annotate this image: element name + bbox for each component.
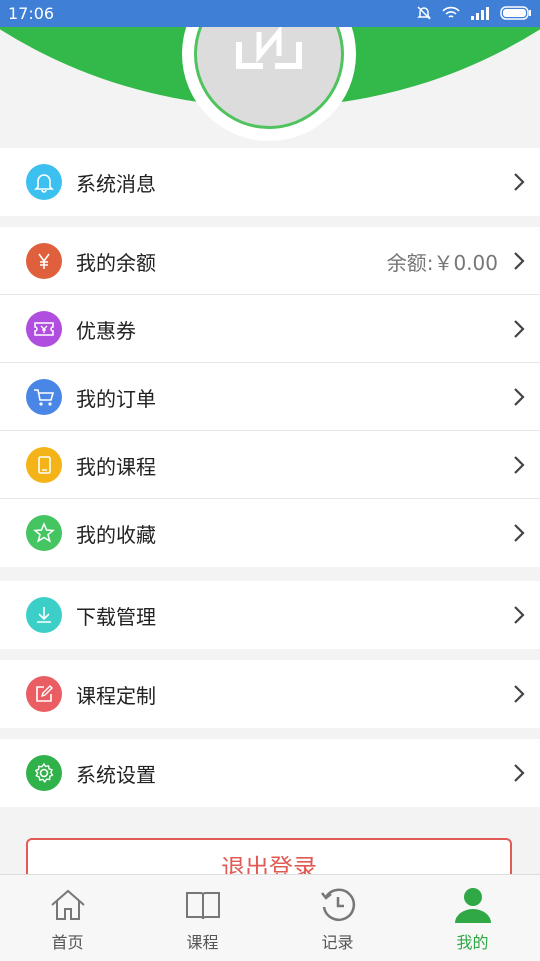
menu-group: 系统设置 (0, 739, 540, 807)
tab-history[interactable]: 记录 (270, 875, 405, 961)
avatar[interactable] (182, 27, 356, 141)
status-time: 17:06 (8, 4, 55, 23)
menu-item-label: 我的课程 (76, 455, 156, 479)
status-icons (416, 5, 532, 21)
profile-header (0, 27, 540, 145)
book-icon (185, 892, 220, 920)
coupon-icon (26, 311, 62, 347)
star-icon (26, 515, 62, 551)
gear-icon (26, 755, 62, 791)
tab-mine-label: 我的 (456, 933, 489, 952)
logout-area: 退出登录 (0, 806, 540, 898)
tablet-icon (26, 447, 62, 483)
chevron-right-icon (512, 318, 526, 340)
tab-course-label: 课程 (186, 933, 219, 952)
battery-icon (500, 6, 531, 20)
balance-value: 余额:￥0.00 (386, 251, 498, 275)
menu-item-label: 系统设置 (76, 763, 156, 787)
menu-item[interactable]: 课程定制 (0, 660, 540, 728)
profile-icon (454, 888, 491, 923)
tab-home[interactable]: 首页 (0, 875, 135, 961)
bell-icon (26, 164, 62, 200)
menu-item-label: 课程定制 (76, 684, 156, 708)
menu-group: 下载管理 (0, 581, 540, 649)
chevron-right-icon (512, 604, 526, 626)
chevron-right-icon (512, 386, 526, 408)
menu-item[interactable]: 下载管理 (0, 581, 540, 649)
chevron-right-icon (512, 522, 526, 544)
status-bar: 17:06 (0, 0, 540, 27)
menu-item-label: 优惠券 (76, 319, 136, 343)
home-icon (50, 889, 85, 920)
menu-group: 我的余额 余额:￥0.00 优惠券我的订单我的课程我的收藏 (0, 227, 540, 567)
download-icon (26, 597, 62, 633)
menu-item[interactable]: 我的余额 余额:￥0.00 (0, 227, 540, 295)
menu-item[interactable]: 我的订单 (0, 363, 540, 431)
menu-group: 系统消息 (0, 148, 540, 216)
menu-item-label: 系统消息 (76, 172, 156, 196)
yuan-icon (26, 243, 62, 279)
history-icon (320, 888, 355, 921)
menu-item-label: 我的订单 (76, 387, 156, 411)
tab-history-label: 记录 (321, 933, 354, 952)
menu-item-label: 我的收藏 (76, 523, 156, 547)
chevron-right-icon (512, 454, 526, 476)
menu-item-label: 下载管理 (76, 605, 156, 629)
tab-home-label: 首页 (51, 933, 84, 952)
chevron-right-icon (512, 250, 526, 272)
cart-icon (26, 379, 62, 415)
mute-icon (417, 6, 431, 20)
chevron-right-icon (512, 171, 526, 193)
wifi-icon (442, 6, 460, 18)
chevron-right-icon (512, 762, 526, 784)
menu-group: 课程定制 (0, 660, 540, 728)
menu-item[interactable]: 优惠券 (0, 295, 540, 363)
edit-icon (26, 676, 62, 712)
menu-item[interactable]: 我的课程 (0, 431, 540, 499)
tab-mine[interactable]: 我的 (405, 875, 540, 961)
menu-item[interactable]: 我的收藏 (0, 499, 540, 567)
bottom-tab-bar: 首页 课程 记录 我的 (0, 874, 540, 961)
signal-icon (471, 7, 489, 20)
chevron-right-icon (512, 683, 526, 705)
tab-course[interactable]: 课程 (135, 875, 270, 961)
menu-item-label: 我的余额 (76, 251, 156, 275)
menu-item[interactable]: 系统消息 (0, 148, 540, 216)
menu-item[interactable]: 系统设置 (0, 739, 540, 807)
app-logo-icon (236, 27, 302, 69)
